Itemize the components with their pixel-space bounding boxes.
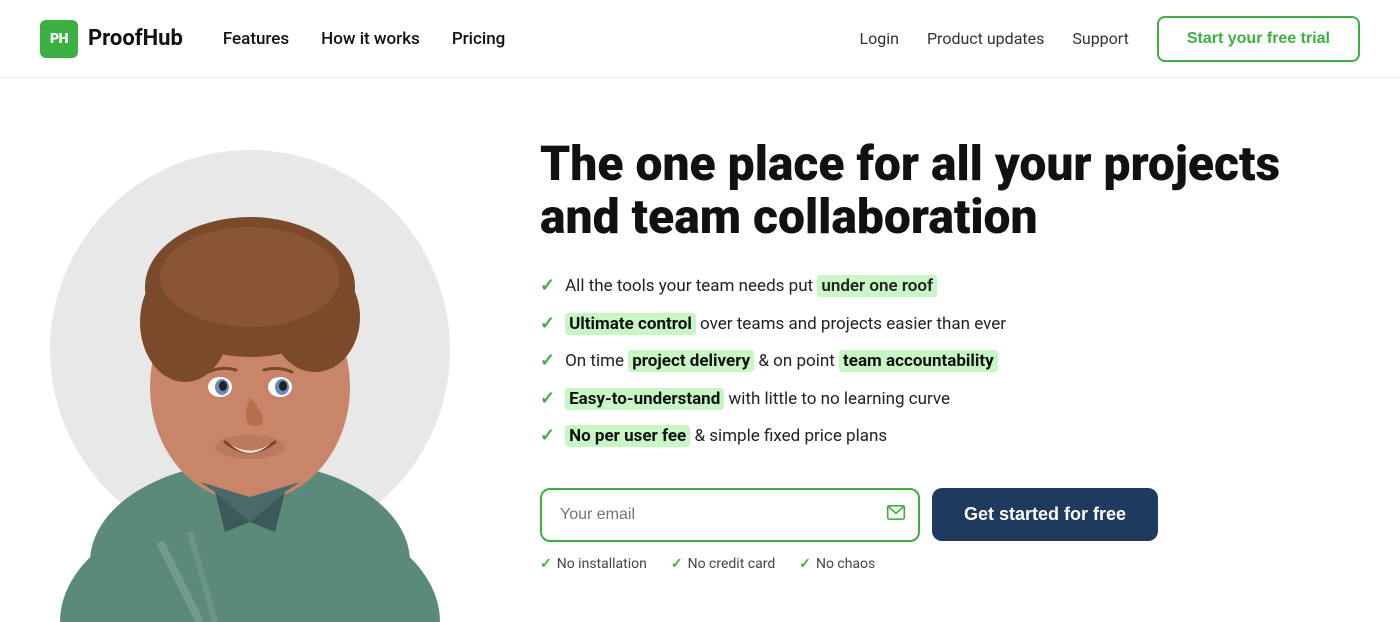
hero-headline: The one place for all your projects and … xyxy=(540,138,1340,244)
logo-name: ProofHub xyxy=(88,26,183,51)
check-icon-4: ✓ xyxy=(540,385,555,412)
nav-links-right: Login Product updates Support Start your… xyxy=(860,16,1361,62)
sub-check-installation: ✓ No installation xyxy=(540,556,647,572)
logo-initials: PH xyxy=(50,31,68,47)
highlight-5: No per user fee xyxy=(565,425,690,447)
start-trial-button[interactable]: Start your free trial xyxy=(1157,16,1360,62)
feature-item-5: ✓ No per user fee & simple fixed price p… xyxy=(540,422,1340,450)
nav-links-left: Features How it works Pricing xyxy=(223,29,505,49)
get-started-button[interactable]: Get started for free xyxy=(932,488,1158,541)
person-svg xyxy=(40,102,460,622)
highlight-3b: team accountability xyxy=(839,350,998,372)
cta-row: Get started for free xyxy=(540,488,1340,542)
email-input[interactable] xyxy=(540,488,920,542)
check-icon-3: ✓ xyxy=(540,347,555,374)
feature-item-1: ✓ All the tools your team needs put unde… xyxy=(540,272,1340,300)
check-icon-1: ✓ xyxy=(540,272,555,299)
email-input-wrapper xyxy=(540,488,920,542)
features-list: ✓ All the tools your team needs put unde… xyxy=(540,272,1340,460)
nav-features[interactable]: Features xyxy=(223,29,289,49)
highlight-3a: project delivery xyxy=(628,350,754,372)
nav-product-updates[interactable]: Product updates xyxy=(927,29,1044,48)
feature-item-4: ✓ Easy-to-understand with little to no l… xyxy=(540,385,1340,413)
nav-pricing[interactable]: Pricing xyxy=(452,29,506,49)
sub-check-chaos: ✓ No chaos xyxy=(799,556,875,572)
hero-person xyxy=(35,92,465,622)
nav-login[interactable]: Login xyxy=(860,29,899,48)
email-icon xyxy=(886,502,906,527)
sub-checks-row: ✓ No installation ✓ No credit card ✓ No … xyxy=(540,556,1340,572)
logo-icon: PH xyxy=(40,20,78,58)
nav-support[interactable]: Support xyxy=(1072,29,1128,48)
highlight-1: under one roof xyxy=(817,275,937,297)
sub-check-credit-card: ✓ No credit card xyxy=(671,556,775,572)
navbar: PH ProofHub Features How it works Pricin… xyxy=(0,0,1400,78)
highlight-2: Ultimate control xyxy=(565,313,696,335)
feature-item-3: ✓ On time project delivery & on point te… xyxy=(540,347,1340,375)
check-icon-5: ✓ xyxy=(540,422,555,449)
main-content: The one place for all your projects and … xyxy=(0,78,1400,622)
check-icon-2: ✓ xyxy=(540,310,555,337)
hero-image-area xyxy=(0,78,500,622)
hero-content: The one place for all your projects and … xyxy=(500,78,1400,622)
feature-item-2: ✓ Ultimate control over teams and projec… xyxy=(540,310,1340,338)
logo-link[interactable]: PH ProofHub xyxy=(40,20,183,58)
highlight-4: Easy-to-understand xyxy=(565,388,724,410)
nav-how-it-works[interactable]: How it works xyxy=(321,29,420,49)
